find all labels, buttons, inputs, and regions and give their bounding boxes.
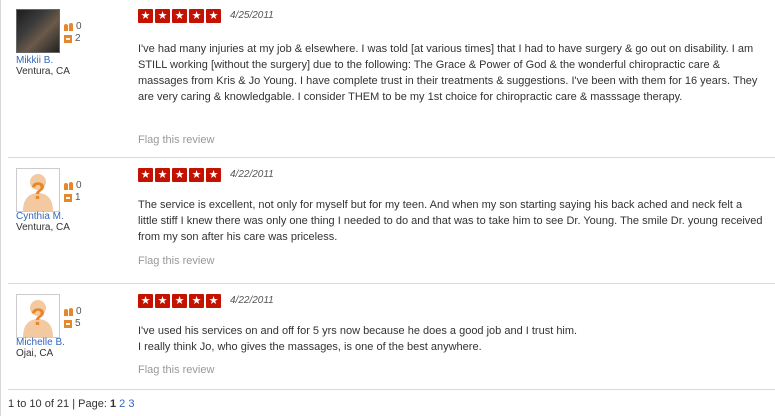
- star-icon: ★: [206, 294, 221, 308]
- user-stats: 0 2: [64, 21, 94, 45]
- reviews-icon: [64, 35, 72, 43]
- review-text: I've had many injuries at my job & elsew…: [138, 43, 758, 103]
- user-avatar-default[interactable]: ?: [16, 294, 60, 338]
- reviews-icon: [64, 194, 72, 202]
- review-divider: [8, 157, 775, 158]
- star-icon: ★: [138, 9, 153, 23]
- default-avatar-icon: ?: [23, 174, 53, 211]
- star-icon: ★: [138, 168, 153, 182]
- friends-icon: [64, 182, 73, 190]
- flag-review-link[interactable]: Flag this review: [138, 364, 214, 376]
- friends-count: 0: [76, 180, 82, 191]
- star-icon: ★: [155, 168, 170, 182]
- friends-count: 0: [76, 306, 82, 317]
- star-icon: ★: [206, 9, 221, 23]
- reviewer-name-link[interactable]: Mikkii B.: [16, 55, 53, 66]
- review-item: ? 0 1 Cynthia M. Ventura, CA ★ ★ ★ ★ ★ 4…: [8, 168, 775, 272]
- default-avatar-icon: ?: [23, 300, 53, 337]
- review-item: ? 0 5 Michelle B. Ojai, CA ★ ★ ★ ★ ★ 4/2…: [8, 294, 775, 382]
- review-date: 4/22/2011: [230, 169, 274, 180]
- reviewer-name-link[interactable]: Cynthia M.: [16, 211, 64, 222]
- review-date: 4/25/2011: [230, 10, 274, 21]
- reviewer-location: Ventura, CA: [16, 222, 70, 233]
- user-avatar-default[interactable]: ?: [16, 168, 60, 212]
- svg-text:?: ?: [31, 178, 46, 205]
- star-icon: ★: [189, 168, 204, 182]
- star-icon: ★: [172, 9, 187, 23]
- flag-review-link[interactable]: Flag this review: [138, 255, 214, 267]
- user-stats: 0 5: [64, 306, 94, 330]
- friends-count: 0: [76, 21, 82, 32]
- star-icon: ★: [189, 294, 204, 308]
- star-icon: ★: [189, 9, 204, 23]
- page-label: Page:: [78, 398, 110, 410]
- review-divider: [8, 283, 775, 284]
- star-rating: ★ ★ ★ ★ ★: [138, 294, 223, 308]
- review-text: The service is excellent, not only for m…: [138, 199, 763, 243]
- star-icon: ★: [155, 294, 170, 308]
- star-icon: ★: [172, 294, 187, 308]
- review-item: 0 2 Mikkii B. Ventura, CA ★ ★ ★ ★ ★ 4/25…: [8, 9, 775, 149]
- star-rating: ★ ★ ★ ★ ★: [138, 168, 223, 182]
- review-text: I've used his services on and off for 5 …: [138, 323, 763, 355]
- reviewer-location: Ojai, CA: [16, 348, 54, 359]
- reviews-icon: [64, 320, 72, 328]
- friends-icon: [64, 23, 73, 31]
- review-text-line: I really think Jo, who gives the massage…: [138, 341, 482, 353]
- flag-review-link[interactable]: Flag this review: [138, 134, 214, 146]
- star-icon: ★: [138, 294, 153, 308]
- star-rating: ★ ★ ★ ★ ★: [138, 9, 223, 23]
- pagination-divider: [8, 389, 775, 390]
- reviews-count: 1: [75, 192, 81, 203]
- star-icon: ★: [155, 9, 170, 23]
- current-page: 1: [109, 398, 117, 410]
- review-date: 4/22/2011: [230, 295, 274, 306]
- review-text-line: I've used his services on and off for 5 …: [138, 325, 578, 337]
- svg-text:?: ?: [31, 304, 46, 331]
- reviews-count: 2: [75, 33, 81, 44]
- star-icon: ★: [172, 168, 187, 182]
- reviewer-location: Ventura, CA: [16, 66, 70, 77]
- user-avatar-photo[interactable]: [16, 9, 60, 53]
- friends-icon: [64, 308, 73, 316]
- star-icon: ★: [206, 168, 221, 182]
- page-link-3[interactable]: 3: [128, 398, 134, 410]
- pagination: 1 to 10 of 21 | Page: 1 2 3: [8, 398, 134, 410]
- pagination-summary: 1 to 10 of 21 |: [8, 398, 79, 410]
- reviewer-name-link[interactable]: Michelle B.: [16, 337, 65, 348]
- page-left-border: [0, 0, 1, 416]
- reviews-count: 5: [75, 318, 81, 329]
- page-link-2[interactable]: 2: [119, 398, 125, 410]
- user-stats: 0 1: [64, 180, 94, 204]
